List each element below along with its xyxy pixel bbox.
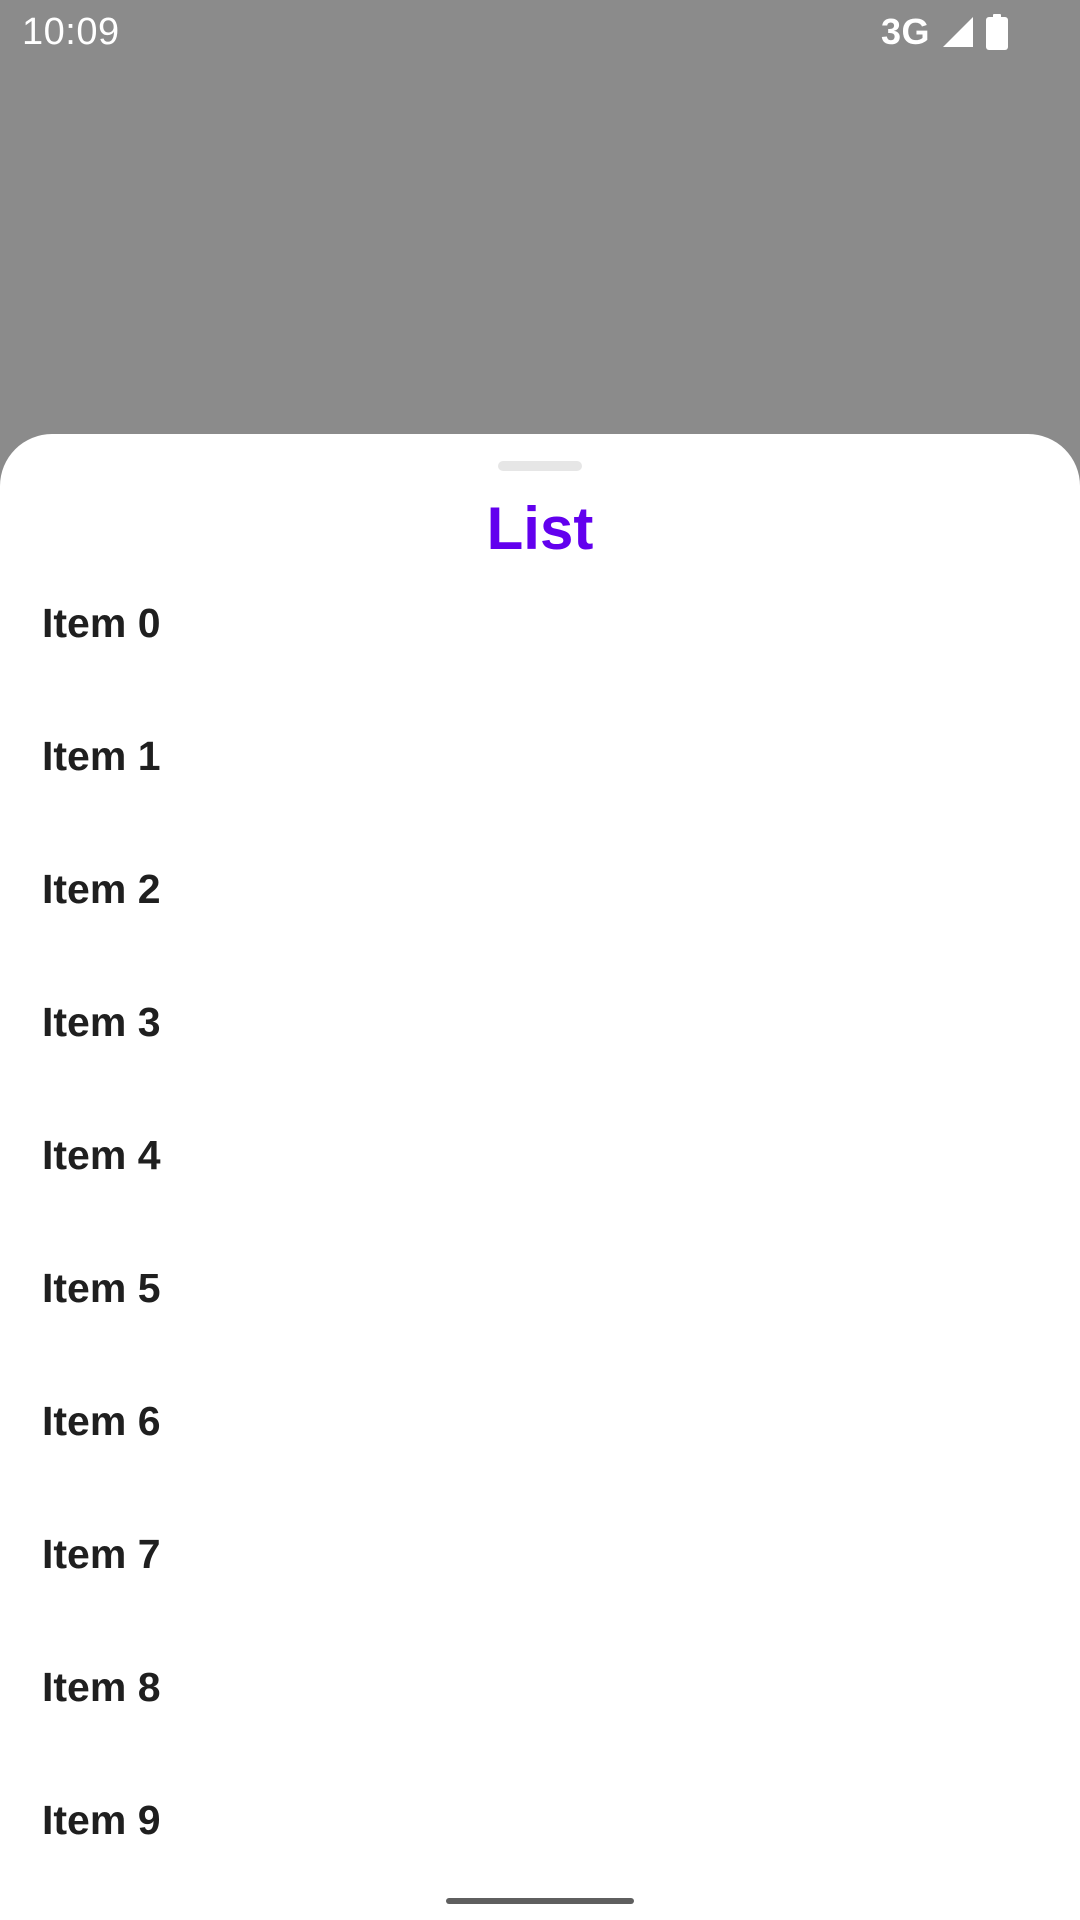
list-item-label: Item 2 (42, 866, 161, 912)
cellular-signal-icon (943, 17, 973, 47)
list-item-label: Item 3 (42, 999, 161, 1045)
list-item-label: Item 7 (42, 1531, 161, 1577)
item-list[interactable]: Item 0 Item 1 Item 2 Item 3 Item 4 Item … (0, 579, 1080, 1909)
list-item-label: Item 5 (42, 1265, 161, 1311)
bottom-sheet[interactable]: List Item 0 Item 1 Item 2 Item 3 Item 4 … (0, 434, 1080, 1920)
list-item[interactable]: Item 2 (0, 845, 1080, 978)
battery-full-icon (986, 14, 1008, 50)
list-item[interactable]: Item 9 (0, 1776, 1080, 1909)
status-indicators: 3G (881, 12, 1008, 52)
list-item[interactable]: Item 5 (0, 1244, 1080, 1377)
list-item-label: Item 9 (42, 1797, 161, 1843)
list-item-label: Item 4 (42, 1132, 161, 1178)
list-item[interactable]: Item 7 (0, 1510, 1080, 1643)
status-bar: 10:09 3G (0, 0, 1080, 64)
list-item[interactable]: Item 6 (0, 1377, 1080, 1510)
list-item-label: Item 1 (42, 733, 161, 779)
sheet-title: List (486, 495, 594, 562)
gesture-navigation-handle[interactable] (446, 1898, 634, 1904)
network-type-label: 3G (880, 11, 930, 52)
list-item[interactable]: Item 3 (0, 978, 1080, 1111)
list-item[interactable]: Item 4 (0, 1111, 1080, 1244)
status-time: 10:09 (22, 11, 120, 53)
list-item-label: Item 8 (42, 1664, 161, 1710)
list-item[interactable]: Item 8 (0, 1643, 1080, 1776)
list-item[interactable]: Item 0 (0, 579, 1080, 712)
list-item-label: Item 0 (42, 600, 161, 646)
list-item-label: Item 6 (42, 1398, 161, 1444)
list-item[interactable]: Item 1 (0, 712, 1080, 845)
drag-handle[interactable] (498, 461, 582, 471)
